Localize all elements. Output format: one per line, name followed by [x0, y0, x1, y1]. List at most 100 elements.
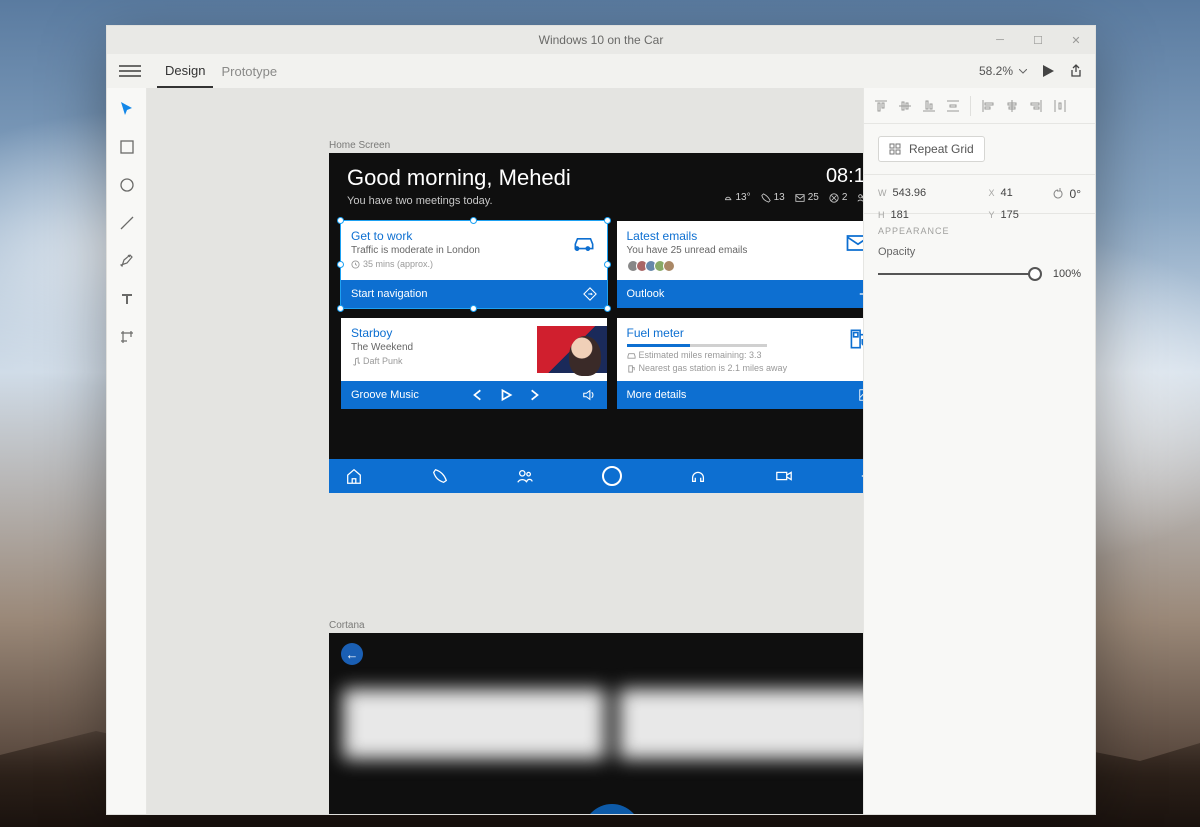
grid-icon	[889, 143, 901, 155]
fuel-pump-icon	[846, 326, 863, 352]
artboard-home-screen[interactable]: Good morning, Mehedi You have two meetin…	[329, 153, 863, 493]
close-button[interactable]: ✕	[1057, 26, 1095, 54]
line-tool[interactable]	[118, 214, 136, 232]
image-icon	[858, 388, 863, 402]
people-icon[interactable]	[516, 467, 534, 485]
speaker-icon[interactable]	[582, 388, 596, 402]
mail-icon	[795, 193, 805, 203]
music-note-icon	[351, 357, 360, 366]
selection-handle[interactable]	[337, 261, 344, 268]
play-icon[interactable]	[499, 388, 513, 402]
previous-icon[interactable]	[471, 388, 485, 402]
selection-handle[interactable]	[337, 305, 344, 312]
tile-subtitle: The Weekend	[351, 342, 413, 353]
back-button[interactable]: ←	[341, 643, 363, 665]
artboard-label-home[interactable]: Home Screen	[329, 140, 390, 151]
distribute-h-icon[interactable]	[1053, 99, 1067, 113]
selection-handle[interactable]	[604, 261, 611, 268]
align-hcenter-icon[interactable]	[1005, 99, 1019, 113]
tool-rail	[107, 88, 147, 814]
ellipse-tool[interactable]	[118, 176, 136, 194]
pen-tool[interactable]	[118, 252, 136, 270]
repeat-grid-button[interactable]: Repeat Grid	[878, 136, 985, 162]
home-icon[interactable]	[345, 467, 363, 485]
tile-subtitle: You have 25 unread emails	[627, 245, 748, 256]
titlebar: Windows 10 on the Car ─ ☐ ✕	[107, 26, 1095, 54]
tile-fuel-meter[interactable]: Fuel meter Estimated miles remaining: 3.…	[617, 318, 864, 409]
artboard-cortana[interactable]: ←	[329, 633, 863, 814]
tab-prototype[interactable]: Prototype	[213, 54, 285, 88]
rotation-field[interactable]: 0°	[1070, 187, 1081, 201]
selection-handle[interactable]	[337, 217, 344, 224]
tile-subtitle: Traffic is moderate in London	[351, 245, 480, 256]
tile-footer-label: Start navigation	[351, 288, 427, 300]
cortana-orb[interactable]	[583, 804, 641, 814]
next-icon[interactable]	[527, 388, 541, 402]
directions-icon	[583, 287, 597, 301]
selection-handle[interactable]	[604, 217, 611, 224]
maximize-button[interactable]: ☐	[1019, 26, 1057, 54]
tile-footer-label: Outlook	[627, 288, 665, 300]
artboard-label-cortana[interactable]: Cortana	[329, 620, 365, 631]
align-left-icon[interactable]	[981, 99, 995, 113]
rectangle-tool[interactable]	[118, 138, 136, 156]
tile-title: Get to work	[351, 229, 480, 243]
align-right-icon[interactable]	[1029, 99, 1043, 113]
y-field[interactable]: Y175	[989, 209, 1082, 221]
text-tool[interactable]	[118, 290, 136, 308]
opacity-slider[interactable]: 100%	[878, 266, 1081, 282]
video-icon[interactable]	[775, 467, 793, 485]
tile-get-to-work[interactable]: Get to work Traffic is moderate in Londo…	[341, 221, 607, 308]
phone-icon[interactable]	[431, 467, 449, 485]
app-bar	[329, 459, 863, 493]
align-top-icon[interactable]	[874, 99, 888, 113]
preview-play-icon[interactable]	[1041, 64, 1055, 78]
settings-icon[interactable]	[860, 467, 863, 485]
clock-icon	[351, 260, 360, 269]
canvas[interactable]: Home Screen Good morning, Mehedi You hav…	[147, 88, 863, 814]
tile-footer-label: Groove Music	[351, 389, 419, 401]
minimize-button[interactable]: ─	[981, 26, 1019, 54]
height-field[interactable]: H181	[878, 209, 971, 221]
window-controls: ─ ☐ ✕	[981, 26, 1095, 54]
align-vcenter-icon[interactable]	[898, 99, 912, 113]
align-bottom-icon[interactable]	[922, 99, 936, 113]
share-icon[interactable]	[1069, 64, 1083, 78]
clock: 08:12	[723, 165, 864, 188]
album-art	[537, 326, 607, 373]
selection-handle[interactable]	[470, 217, 477, 224]
pump-small-icon	[627, 364, 636, 373]
tile-footer-label: More details	[627, 389, 687, 401]
select-tool[interactable]	[118, 100, 136, 118]
app-window: Windows 10 on the Car ─ ☐ ✕ Design Proto…	[106, 25, 1096, 815]
tabs-bar: Design Prototype 58.2%	[107, 54, 1095, 88]
zoom-dropdown[interactable]: 58.2%	[979, 64, 1027, 78]
headphones-icon[interactable]	[689, 467, 707, 485]
zoom-value: 58.2%	[979, 64, 1013, 78]
tile-title: Starboy	[351, 326, 413, 340]
tab-design[interactable]: Design	[157, 54, 213, 88]
hamburger-icon[interactable]	[119, 65, 141, 77]
width-field[interactable]: W543.96	[878, 187, 971, 199]
tile-music[interactable]: Starboy The Weekend Daft Punk Groove Mus…	[341, 318, 607, 409]
greeting-text: Good morning, Mehedi	[347, 165, 571, 191]
artboard-tool[interactable]	[118, 328, 136, 346]
xbox-icon	[829, 193, 839, 203]
mail-icon	[844, 229, 863, 257]
x-field[interactable]: X41	[989, 187, 1082, 199]
selection-handle[interactable]	[470, 305, 477, 312]
properties-panel: Repeat Grid W543.96 X41 H181 Y175 0° APP…	[863, 88, 1095, 814]
tile-title: Fuel meter	[627, 326, 788, 340]
distribute-v-icon[interactable]	[946, 99, 960, 113]
people-icon	[857, 193, 863, 203]
plus-icon	[858, 287, 863, 301]
selection-handle[interactable]	[604, 305, 611, 312]
tile-latest-emails[interactable]: Latest emails You have 25 unread emails …	[617, 221, 864, 308]
weather-icon	[723, 193, 733, 203]
rotation-icon[interactable]	[1052, 188, 1064, 200]
fuel-progress	[627, 344, 767, 347]
tile-title: Latest emails	[627, 229, 748, 243]
appearance-heading: APPEARANCE	[878, 226, 1081, 236]
cortana-icon[interactable]	[602, 466, 622, 486]
opacity-value: 100%	[1053, 268, 1081, 280]
